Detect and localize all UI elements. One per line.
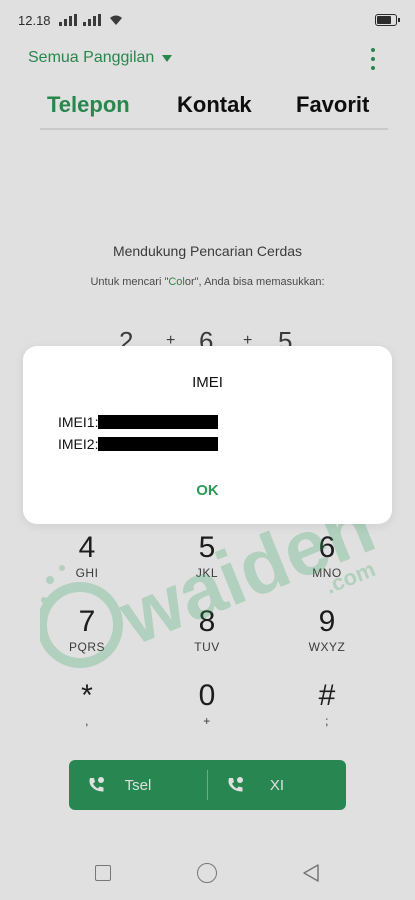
imei2-label: IMEI2: [58, 436, 99, 452]
imei1-label: IMEI1: [58, 414, 99, 430]
imei2-row: IMEI2: [58, 436, 219, 452]
imei2-redacted-value [98, 437, 219, 451]
imei-dialog: IMEI IMEI1: IMEI2: OK [23, 346, 392, 524]
ok-button[interactable]: OK [23, 482, 392, 499]
imei1-row: IMEI1: [58, 414, 219, 430]
dialog-title: IMEI [192, 374, 223, 391]
imei1-redacted-value [98, 415, 219, 429]
